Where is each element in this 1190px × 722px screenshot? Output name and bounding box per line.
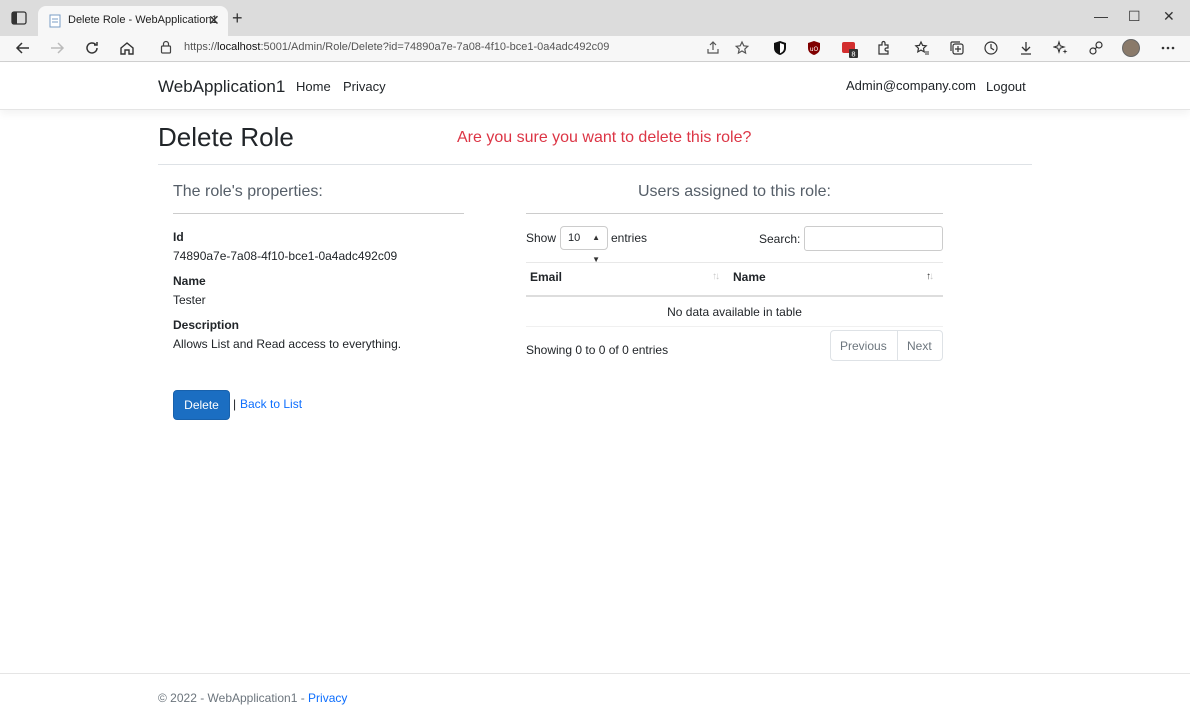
divider [158,164,1032,165]
new-tab-button[interactable]: + [232,8,243,28]
browser-tab-bar: Delete Role - WebApplication1 ✕ + — ☐ ✕ [0,0,1190,36]
extensions-puzzle-icon[interactable] [876,40,892,56]
footer: © 2022 - WebApplication1 - Privacy [158,691,347,705]
empty-table-message: No data available in table [667,305,802,319]
pagination: Previous Next [830,330,943,361]
home-icon[interactable] [118,39,136,62]
svg-text:8: 8 [851,51,855,59]
tab-title: Delete Role - WebApplication1 [68,14,218,26]
minimize-icon[interactable]: — [1094,8,1108,24]
lock-icon[interactable] [160,40,172,54]
favorite-star-icon[interactable] [734,40,750,56]
tab-actions-icon[interactable] [10,10,28,26]
page-favicon-icon [48,14,62,28]
back-to-list-link[interactable]: Back to List [240,397,302,411]
footer-copyright: © 2022 - WebApplication1 - [158,691,309,705]
ublock-icon[interactable]: uO [806,40,822,56]
logout-link[interactable]: Logout [986,79,1026,94]
favorites-icon[interactable] [914,40,930,56]
page-length-select[interactable]: 10 ▲ ▼ [560,226,608,264]
description-value: Allows List and Read access to everythin… [173,337,402,351]
footer-privacy-link[interactable]: Privacy [308,691,347,705]
select-updown-icon: ▲ ▼ [592,233,600,264]
shield-extension-icon[interactable] [772,40,788,56]
sort-both-icon[interactable]: ↑↓ [712,271,720,282]
page-length-value: 10 [568,232,581,244]
delete-confirm-message: Are you sure you want to delete this rol… [457,129,752,146]
separator: | [233,397,237,411]
nav-privacy-link[interactable]: Privacy [343,79,386,94]
close-window-icon[interactable]: ✕ [1163,8,1175,25]
column-header-email[interactable]: Email [530,270,562,284]
users-heading: Users assigned to this role: [638,183,831,200]
profile-avatar[interactable] [1122,39,1140,57]
pager-divider [897,331,898,360]
browser-toolbar: https://localhost:5001/Admin/Role/Delete… [0,36,1190,62]
table-header-border [526,295,943,297]
delete-button[interactable]: Delete [173,390,230,420]
name-label: Name [173,274,206,288]
copilot-sparkle-icon[interactable] [1052,40,1069,56]
search-input[interactable] [804,226,943,251]
divider [526,213,943,214]
back-arrow-icon[interactable] [14,39,32,62]
previous-page-button[interactable]: Previous [840,339,887,353]
browser-tab-active[interactable]: Delete Role - WebApplication1 ✕ [38,6,228,36]
table-info: Showing 0 to 0 of 0 entries [526,343,669,357]
share-icon[interactable] [705,40,721,56]
more-menu-icon[interactable] [1160,39,1176,62]
refresh-icon[interactable] [83,39,101,62]
table-top-border [526,262,943,263]
brand-link[interactable]: WebApplication1 [158,77,285,97]
tab-close-icon[interactable]: ✕ [208,12,220,29]
sort-ascending-icon[interactable]: ↑↓ [926,271,934,282]
app-navbar: WebApplication1 Home Privacy Admin@compa… [0,63,1190,110]
downloads-icon[interactable] [1018,40,1034,56]
page-title: Delete Role [158,122,294,152]
description-label: Description [173,318,240,332]
performance-icon[interactable] [1088,40,1104,56]
show-label: Show [526,231,557,245]
table-row-border [526,326,943,327]
address-bar[interactable]: https://localhost:5001/Admin/Role/Delete… [150,36,760,60]
entries-label: entries [611,231,648,245]
mail-extension-icon[interactable]: 8 [841,40,858,59]
collections-icon[interactable] [949,40,965,56]
search-label: Search: [759,232,801,246]
nav-home-link[interactable]: Home [296,79,331,94]
footer-divider [0,673,1190,674]
user-account-link[interactable]: Admin@company.com [846,78,976,93]
properties-heading: The role's properties: [173,183,323,200]
id-label: Id [173,230,184,244]
column-header-name[interactable]: Name [733,270,766,284]
svg-text:uO: uO [810,46,819,53]
next-page-button[interactable]: Next [907,339,932,353]
maximize-icon[interactable]: ☐ [1128,8,1141,25]
history-icon[interactable] [983,40,999,56]
id-value: 74890a7e-7a08-4f10-bce1-0a4adc492c09 [173,249,398,263]
name-value: Tester [173,293,206,307]
divider [173,213,464,214]
url-text[interactable]: https://localhost:5001/Admin/Role/Delete… [184,41,609,53]
forward-arrow-icon[interactable] [48,39,66,62]
